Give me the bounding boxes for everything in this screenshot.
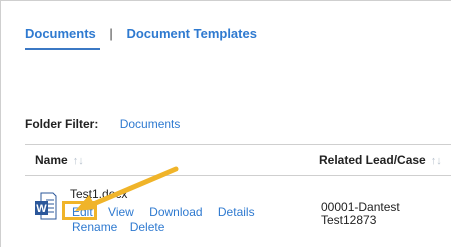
- related-lead-id: 00001-Dantest: [321, 200, 400, 214]
- sort-icon[interactable]: ↑↓: [431, 155, 442, 167]
- tab-document-templates[interactable]: Document Templates: [126, 26, 257, 41]
- tab-documents[interactable]: Documents: [25, 26, 100, 50]
- details-link[interactable]: Details: [218, 205, 255, 219]
- column-name-label: Name: [35, 153, 68, 167]
- document-tabs: Documents | Document Templates: [25, 26, 257, 50]
- svg-text:W: W: [36, 203, 47, 215]
- content-frame: Documents | Document Templates Folder Fi…: [0, 0, 451, 247]
- folder-filter-label: Folder Filter:: [25, 117, 99, 131]
- tab-documents-label: Documents: [25, 26, 96, 41]
- callout-arrow-icon: [75, 166, 179, 211]
- word-doc-icon: W: [35, 192, 57, 220]
- tab-separator: |: [109, 26, 113, 41]
- column-header-related[interactable]: Related Lead/Case ↑↓: [319, 153, 442, 167]
- column-related-label: Related Lead/Case: [319, 153, 426, 167]
- tab-active-underline: [25, 48, 100, 50]
- folder-filter: Folder Filter: Documents: [25, 117, 180, 131]
- row-actions-secondary: Rename Delete: [72, 220, 173, 234]
- folder-filter-value[interactable]: Documents: [120, 117, 181, 131]
- rename-link[interactable]: Rename: [72, 220, 117, 234]
- related-lead-name: Test12873: [321, 213, 377, 227]
- delete-link[interactable]: Delete: [130, 220, 165, 234]
